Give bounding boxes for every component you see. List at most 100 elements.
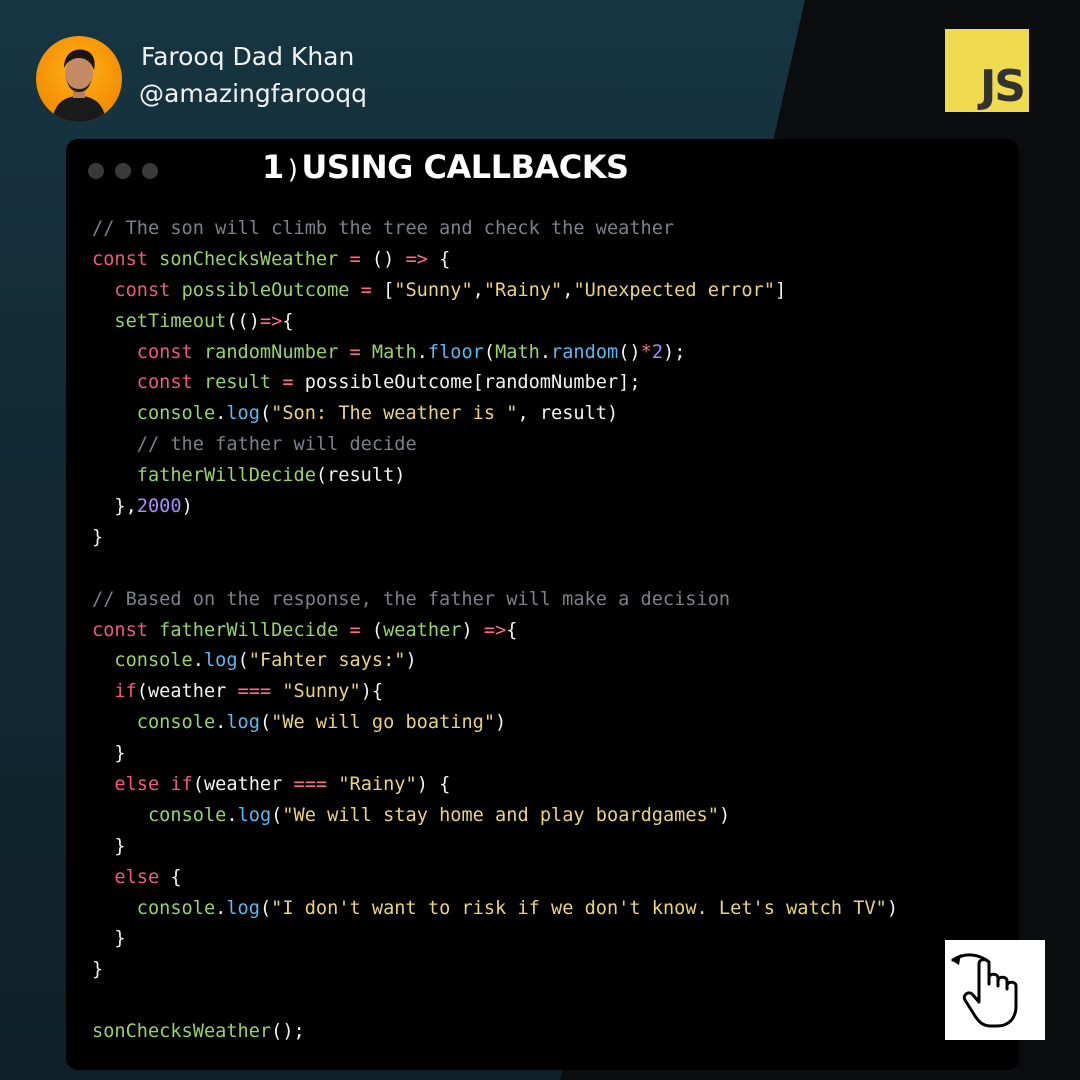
code-token: { [427,248,451,270]
code-token: ) [461,619,484,641]
code-token: // the father will decide [136,434,417,456]
code-token: "Sunny" [282,681,361,703]
code-token: possibleOutcome[randomNumber]; [304,372,641,394]
code-token: { [159,866,182,888]
window-dot-maximize [142,163,158,179]
code-token: = [271,372,305,394]
code-token: // The son will climb the tree and check… [92,218,675,239]
code-line: // the father will decide [92,430,898,461]
swipe-button[interactable] [945,940,1045,1040]
code-token: () [371,248,406,270]
code-token: const [136,341,204,363]
code-token: }, [92,496,137,518]
code-token: (result) [315,465,406,487]
code-line: console.log("We will stay home and play … [92,801,898,832]
code-token: console [136,403,216,425]
code-token: ( [371,619,384,641]
code-token: (); [271,1021,305,1043]
code-token: ){ [360,681,384,703]
code-token: => [405,248,428,270]
code-token: } [92,743,126,765]
code-line: } [92,739,898,770]
code-token: => [259,310,283,332]
code-token: const [136,372,204,394]
card-paren: ) [287,155,298,185]
code-token: ) [181,496,193,518]
code-line: } [92,832,898,863]
code-token: sonChecksWeather [92,1021,272,1043]
code-line: const possibleOutcome = ["Sunny","Rainy"… [92,276,898,307]
code-token: === [237,681,272,703]
code-token: if [114,681,137,703]
profile-photo-icon [36,36,122,122]
code-token: fatherWillDecide [159,619,339,641]
code-token: ) [495,712,507,734]
code-token: weather [383,619,462,641]
swipe-hand-icon [951,953,1018,1028]
code-line: // Based on the response, the father wil… [92,585,898,616]
code-token: "We will go boating" [271,712,496,734]
code-token: Math [371,341,417,363]
code-token: = [338,341,372,363]
code-token: log [226,897,260,919]
code-token: } [92,928,126,950]
code-token: [ [383,279,395,301]
card-title: 1) USING CALLBACKS [262,148,629,186]
code-token: ( [237,650,249,672]
code-token: . [226,804,238,826]
code-token: ( [259,897,272,919]
code-line: } [92,523,898,554]
code-token: * [640,341,652,363]
code-line: } [92,955,898,986]
author-handle: @amazingfarooqq [139,79,367,108]
code-token: , [472,279,484,301]
code-token: console [147,804,227,826]
code-token: . [416,341,428,363]
code-line: const randomNumber = Math.floor(Math.ran… [92,338,898,369]
code-token: (weather [192,774,294,796]
code-line: else if(weather === "Rainy") { [92,770,898,801]
code-token: Math [495,341,540,363]
code-token: else [114,866,160,888]
code-token: log [226,403,260,425]
code-token: // Based on the response, the father wil… [92,588,731,610]
code-token: "Fahter says:" [248,650,406,672]
author-name: Farooq Dad Khan [141,42,355,71]
code-line: console.log("We will go boating") [92,708,898,739]
code-line: const sonChecksWeather = () => { [92,245,898,276]
code-token: ); [663,341,686,363]
code-line: console.log("Fahter says:") [92,646,898,677]
code-token: } [92,835,126,857]
code-token: { [506,619,518,641]
code-token: ) [886,897,899,919]
code-token: } [92,526,104,548]
code-token: const [92,248,160,270]
code-token: { [282,310,294,332]
code-token: => [483,619,507,641]
code-token: console [114,650,193,672]
code-token: } [92,959,104,981]
code-token: ( [271,804,283,826]
avatar[interactable] [36,36,122,122]
code-token: . [215,897,227,919]
code-line: setTimeout(()=>{ [92,307,898,338]
code-token: "Son: The weather is " [271,403,518,425]
code-token: console [136,712,216,734]
code-token: = [338,248,372,270]
code-token: const [92,619,160,641]
code-line: },2000) [92,492,898,523]
code-token: . [539,341,552,363]
code-token: log [226,712,260,734]
